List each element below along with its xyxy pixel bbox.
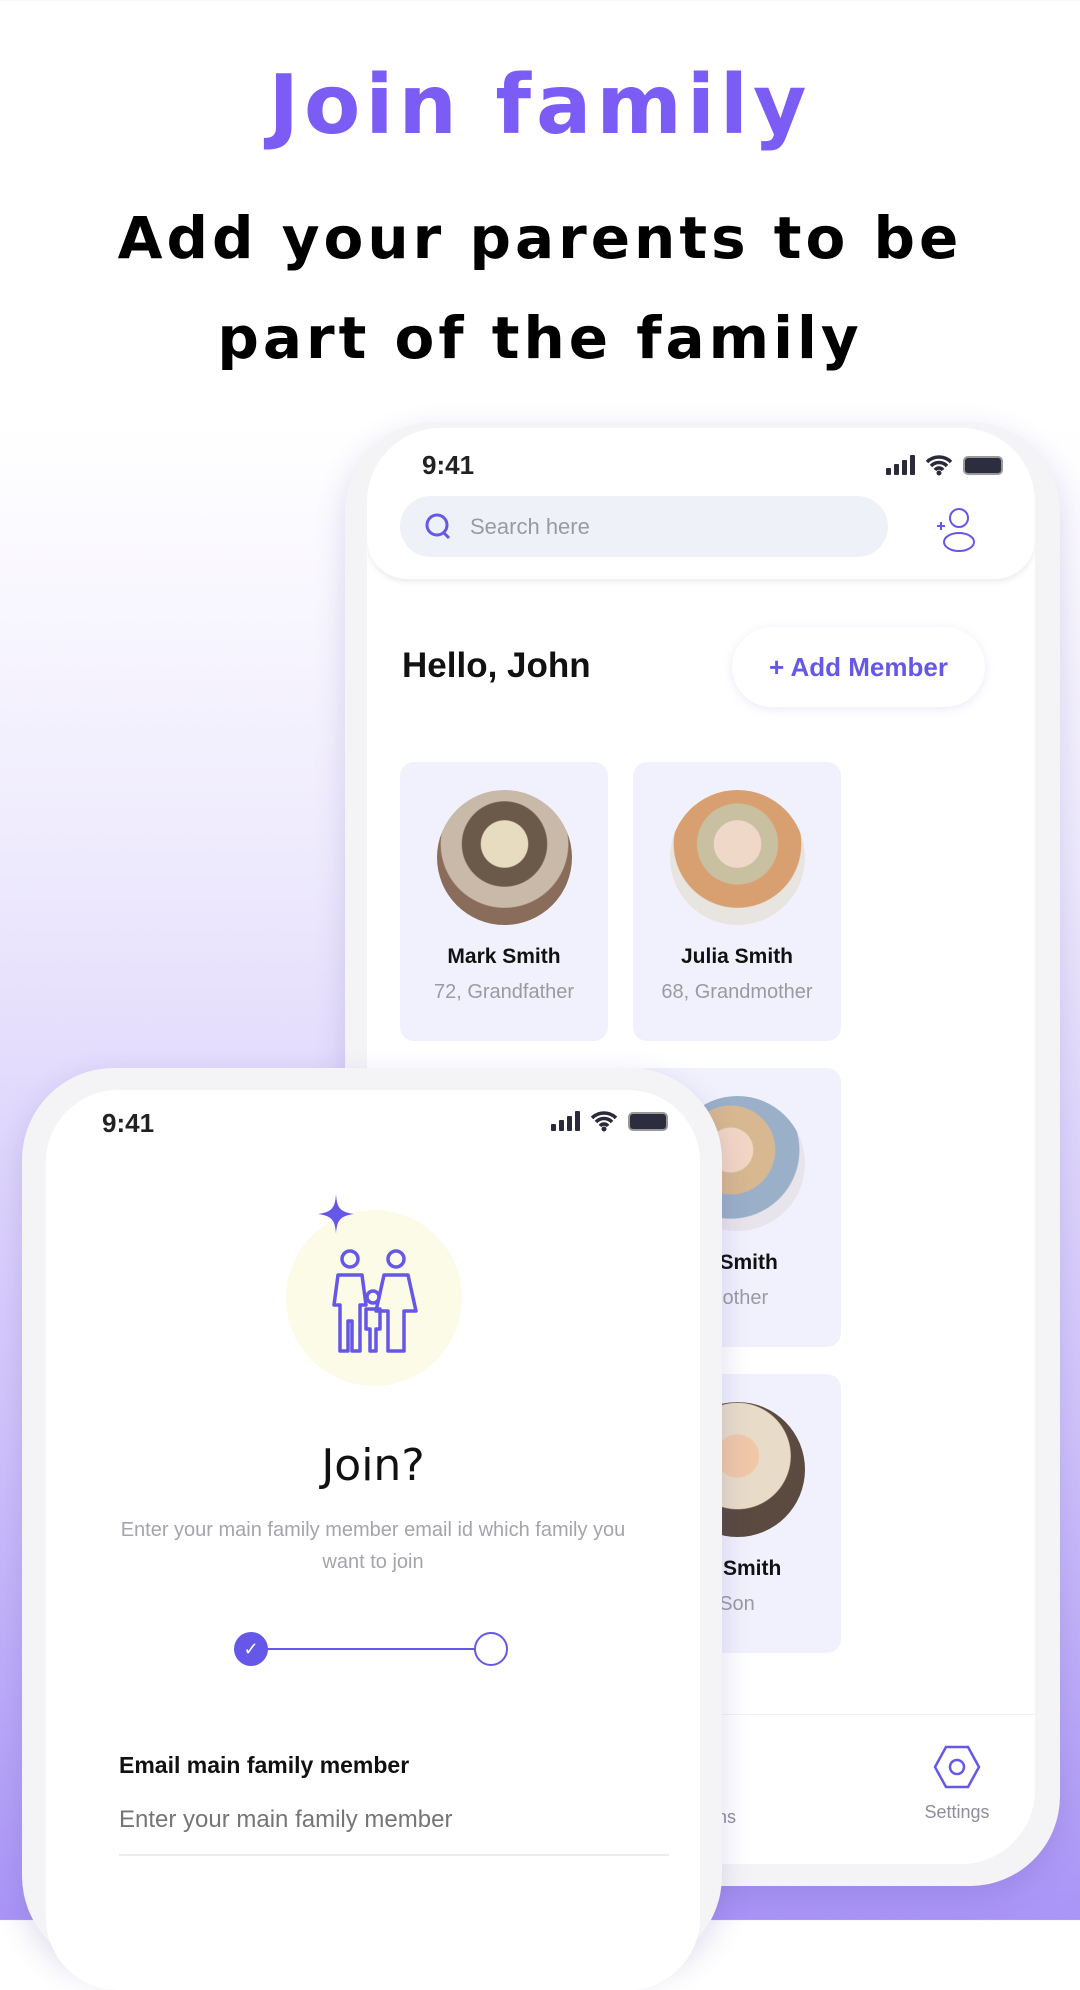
member-name: Mark Smith xyxy=(447,945,561,968)
wifi-icon xyxy=(590,1111,618,1132)
email-label: Email main family member xyxy=(119,1752,410,1778)
battery-icon xyxy=(963,455,1003,475)
search-input[interactable]: Search here xyxy=(400,496,888,557)
family-illustration xyxy=(286,1210,462,1386)
step-pending xyxy=(474,1632,508,1666)
step-completed-check-icon: ✓ xyxy=(234,1632,268,1666)
avatar xyxy=(436,790,572,925)
member-detail: 68, Grandmother xyxy=(661,981,813,1003)
member-card[interactable]: Mark Smith 72, Grandfather xyxy=(400,762,608,1041)
join-description: Enter your main family member email id w… xyxy=(120,1519,626,1573)
app-header: 9:41 Search here xyxy=(367,428,1035,579)
member-detail: 72, Grandfather xyxy=(433,981,575,1003)
status-time: 9:41 xyxy=(422,450,475,480)
family-icon xyxy=(332,1249,418,1353)
member-card[interactable]: Julia Smith 68, Grandmother xyxy=(633,762,841,1041)
signal-icon xyxy=(886,455,915,475)
add-user-icon[interactable] xyxy=(935,506,979,552)
signal-icon xyxy=(551,1111,580,1131)
join-screen: 9:41 Join? Enter your main family member… xyxy=(46,1090,700,1990)
sparkle-icon xyxy=(318,1194,354,1234)
email-input[interactable] xyxy=(119,1806,669,1856)
settings-label: Settings xyxy=(924,1802,990,1822)
wifi-icon xyxy=(925,455,953,476)
nav-item-settings[interactable]: Settings xyxy=(907,1745,1007,1823)
status-time: 9:41 xyxy=(102,1108,155,1138)
status-icons xyxy=(551,1110,668,1132)
page-subtitle: Add your parents to be part of the famil… xyxy=(117,204,963,372)
member-name: Julia Smith xyxy=(680,945,794,968)
battery-icon xyxy=(628,1111,668,1131)
search-icon xyxy=(425,513,451,539)
front-phone-mockup: 9:41 Join? Enter your main family member… xyxy=(22,1068,722,1990)
greeting: Hello, John xyxy=(402,646,591,685)
join-heading: Join? xyxy=(321,1440,425,1491)
page-title: Join family xyxy=(268,58,812,153)
add-member-button[interactable]: + Add Member xyxy=(732,627,985,707)
search-placeholder: Search here xyxy=(470,513,590,539)
progress-line xyxy=(246,1648,496,1650)
avatar xyxy=(669,790,805,925)
status-icons xyxy=(886,454,1003,476)
settings-icon xyxy=(933,1745,981,1789)
